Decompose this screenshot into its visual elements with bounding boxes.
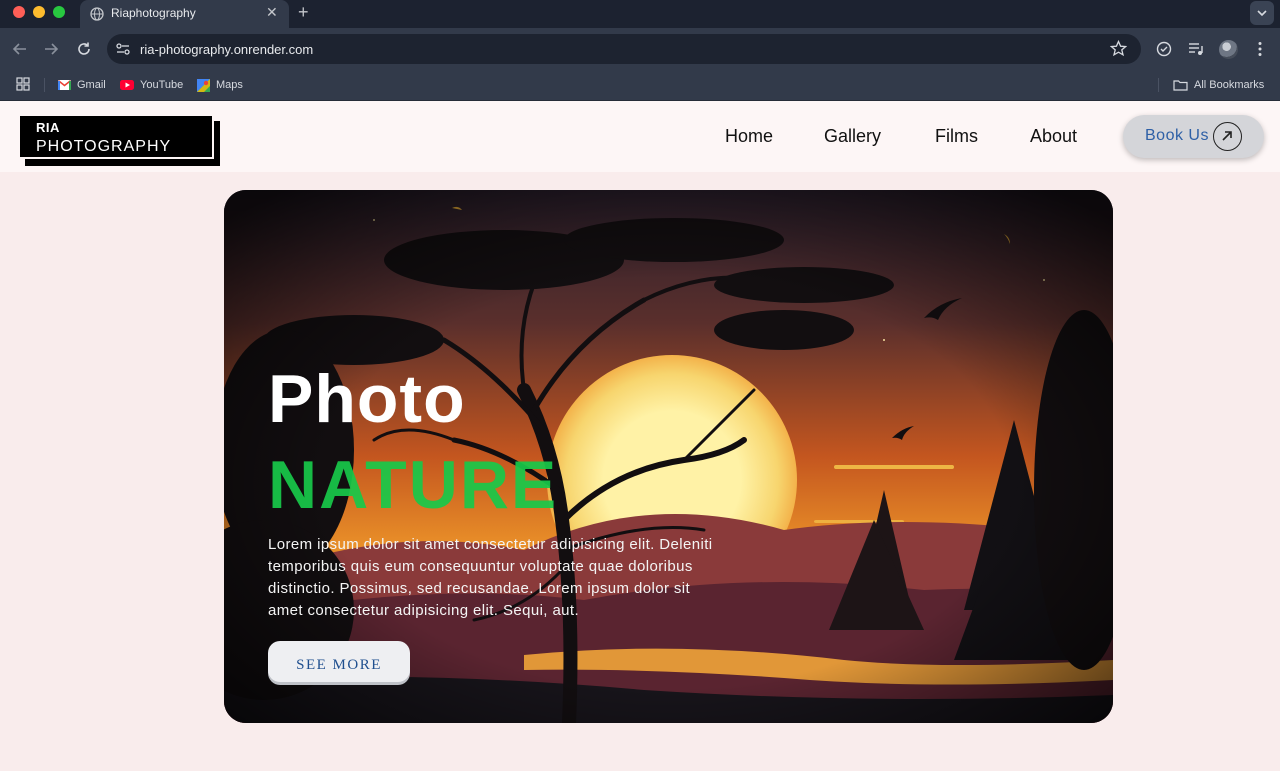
hero-banner: Photo NATURE Lorem ipsum dolor sit amet …	[224, 190, 1113, 723]
hero-subtitle: NATURE	[268, 447, 559, 523]
site-header: RIA PHOTOGRAPHY Home Gallery Films About…	[0, 101, 1280, 172]
logo-top-text: RIA	[36, 120, 60, 135]
back-arrow-icon[interactable]	[12, 41, 28, 57]
bookmarks-divider	[44, 78, 45, 92]
bookmark-label: YouTube	[140, 79, 184, 91]
folder-icon	[1173, 80, 1188, 91]
address-bar[interactable]: ria-photography.onrender.com	[107, 34, 1141, 64]
bookmarks-bar: Gmail YouTube Maps All Bookmarks	[0, 70, 1280, 101]
see-more-button[interactable]: SEE MORE	[268, 641, 410, 682]
arrow-up-right-icon	[1213, 122, 1242, 151]
reload-icon[interactable]	[76, 41, 92, 57]
bookmarks-divider	[1158, 78, 1159, 92]
profile-avatar[interactable]	[1219, 40, 1238, 59]
nav-about[interactable]: About	[1030, 126, 1077, 147]
extension-icon[interactable]	[1155, 40, 1173, 58]
bookmark-maps[interactable]: Maps	[197, 76, 243, 94]
browser-tab-bar: Riaphotography ✕ +	[0, 0, 1280, 28]
site-settings-icon[interactable]	[115, 41, 131, 57]
url-text: ria-photography.onrender.com	[140, 42, 314, 57]
globe-icon	[90, 7, 104, 21]
bookmark-youtube[interactable]: YouTube	[120, 76, 183, 94]
logo-bottom-text: PHOTOGRAPHY	[36, 138, 172, 155]
tab-search-button[interactable]	[1250, 1, 1274, 25]
close-window-button[interactable]	[13, 6, 25, 18]
bookmark-label: Maps	[216, 79, 243, 91]
chevron-down-icon	[1257, 10, 1267, 17]
book-us-label: Book Us	[1145, 127, 1209, 144]
book-us-button[interactable]: Book Us	[1123, 115, 1264, 158]
media-queue-icon[interactable]	[1187, 40, 1205, 58]
tab-title: Riaphotography	[111, 6, 196, 20]
close-tab-icon[interactable]: ✕	[266, 4, 278, 21]
new-tab-icon[interactable]: +	[298, 2, 309, 23]
nav-films[interactable]: Films	[935, 126, 978, 147]
maps-icon	[197, 78, 210, 92]
bookmark-star-icon[interactable]	[1110, 40, 1127, 57]
nav-home[interactable]: Home	[725, 126, 773, 147]
more-options-icon[interactable]	[1251, 40, 1269, 58]
apps-grid-icon[interactable]	[16, 77, 30, 91]
youtube-icon	[120, 80, 134, 90]
all-bookmarks-label: All Bookmarks	[1194, 79, 1265, 91]
nav-gallery[interactable]: Gallery	[824, 126, 881, 147]
hero-title: Photo	[268, 361, 466, 437]
bookmark-label: Gmail	[77, 79, 106, 91]
gmail-icon	[58, 80, 71, 90]
hero-description: Lorem ipsum dolor sit amet consectetur a…	[268, 536, 713, 619]
browser-tab-active[interactable]: Riaphotography ✕	[80, 0, 289, 28]
site-logo[interactable]: RIA PHOTOGRAPHY	[18, 114, 214, 159]
browser-toolbar: ria-photography.onrender.com	[0, 28, 1280, 70]
maximize-window-button[interactable]	[53, 6, 65, 18]
forward-arrow-icon[interactable]	[43, 41, 59, 57]
minimize-window-button[interactable]	[33, 6, 45, 18]
all-bookmarks-button[interactable]: All Bookmarks	[1173, 76, 1264, 94]
bookmark-gmail[interactable]: Gmail	[58, 76, 106, 94]
